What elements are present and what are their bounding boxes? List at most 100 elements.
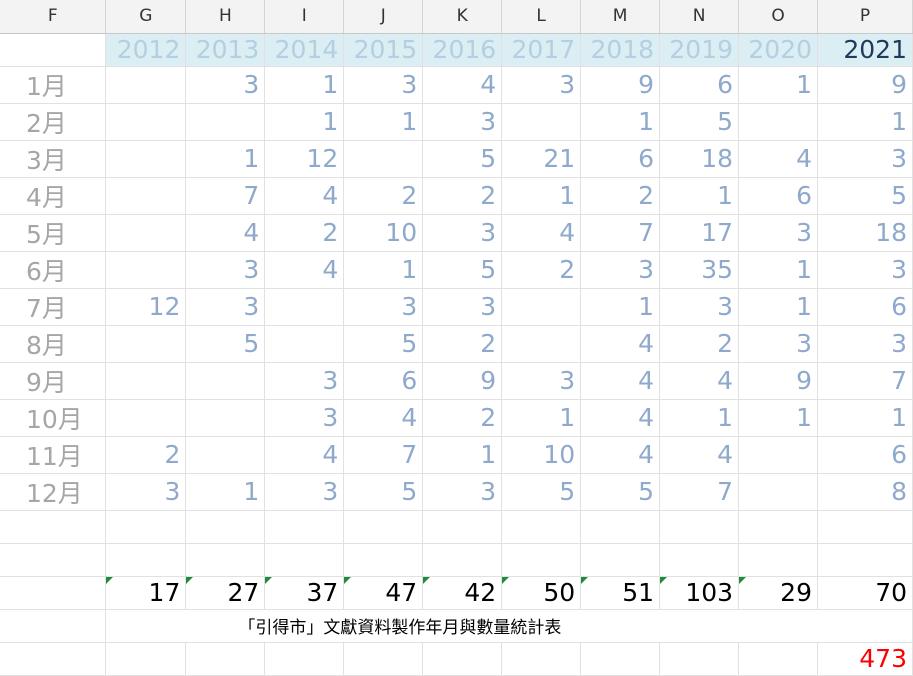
column-header-i[interactable]: I	[264, 0, 345, 34]
value-cell[interactable]: 5	[659, 103, 740, 141]
value-cell[interactable]: 1	[738, 66, 818, 104]
empty-cell[interactable]	[185, 642, 266, 676]
cell-blank[interactable]	[0, 33, 107, 67]
value-cell[interactable]	[105, 251, 187, 289]
value-cell[interactable]: 3	[185, 251, 266, 289]
value-cell[interactable]: 18	[659, 140, 740, 178]
value-cell[interactable]: 3	[501, 66, 582, 104]
value-cell[interactable]: 1	[817, 399, 913, 437]
empty-cell[interactable]	[422, 543, 503, 577]
value-cell[interactable]: 10	[501, 436, 582, 474]
value-cell[interactable]: 1	[264, 66, 345, 104]
value-cell[interactable]: 1	[343, 251, 424, 289]
value-cell[interactable]: 18	[817, 214, 913, 252]
empty-cell[interactable]	[659, 510, 740, 544]
value-cell[interactable]: 3	[580, 251, 661, 289]
caption-cell[interactable]: 「引得市」文獻資料製作年月與數量統計表	[105, 609, 913, 643]
grand-total-cell[interactable]: 473	[817, 642, 913, 676]
value-cell[interactable]: 5	[817, 177, 913, 215]
value-cell[interactable]: 5	[343, 473, 424, 511]
value-cell[interactable]: 9	[738, 362, 818, 400]
value-cell[interactable]	[264, 325, 345, 363]
value-cell[interactable]: 4	[738, 140, 818, 178]
value-cell[interactable]: 4	[580, 399, 661, 437]
value-cell[interactable]: 3	[185, 288, 266, 326]
year-cell[interactable]: 2013	[185, 33, 266, 67]
value-cell[interactable]: 3	[422, 288, 503, 326]
value-cell[interactable]	[105, 140, 187, 178]
total-cell[interactable]: 27	[185, 576, 266, 610]
empty-cell[interactable]	[422, 510, 503, 544]
value-cell[interactable]: 12	[105, 288, 187, 326]
value-cell[interactable]: 6	[738, 177, 818, 215]
column-header-h[interactable]: H	[185, 0, 266, 34]
year-cell[interactable]: 2017	[501, 33, 582, 67]
value-cell[interactable]: 6	[659, 66, 740, 104]
value-cell[interactable]	[738, 103, 818, 141]
column-header-m[interactable]: M	[580, 0, 661, 34]
value-cell[interactable]	[343, 140, 424, 178]
value-cell[interactable]: 9	[580, 66, 661, 104]
value-cell[interactable]: 5	[501, 473, 582, 511]
empty-cell[interactable]	[817, 510, 913, 544]
year-cell[interactable]: 2015	[343, 33, 424, 67]
year-cell[interactable]: 2021	[817, 33, 913, 67]
value-cell[interactable]: 9	[817, 66, 913, 104]
empty-cell[interactable]	[343, 510, 424, 544]
value-cell[interactable]: 4	[659, 362, 740, 400]
month-label-cell[interactable]: 6月	[0, 251, 107, 289]
value-cell[interactable]: 3	[264, 362, 345, 400]
empty-cell[interactable]	[580, 510, 661, 544]
empty-cell[interactable]	[343, 543, 424, 577]
value-cell[interactable]: 6	[343, 362, 424, 400]
value-cell[interactable]	[501, 288, 582, 326]
value-cell[interactable]: 5	[343, 325, 424, 363]
month-label-cell[interactable]: 11月	[0, 436, 107, 474]
value-cell[interactable]: 1	[343, 103, 424, 141]
value-cell[interactable]: 6	[817, 436, 913, 474]
value-cell[interactable]: 3	[343, 66, 424, 104]
value-cell[interactable]: 7	[817, 362, 913, 400]
value-cell[interactable]	[185, 436, 266, 474]
value-cell[interactable]: 1	[264, 103, 345, 141]
value-cell[interactable]	[105, 399, 187, 437]
empty-cell[interactable]	[501, 543, 582, 577]
empty-cell[interactable]	[659, 642, 740, 676]
value-cell[interactable]	[738, 473, 818, 511]
value-cell[interactable]: 4	[580, 362, 661, 400]
value-cell[interactable]: 3	[817, 140, 913, 178]
empty-cell[interactable]	[264, 642, 345, 676]
total-cell[interactable]: 50	[501, 576, 582, 610]
month-label-cell[interactable]: 10月	[0, 399, 107, 437]
year-cell[interactable]: 2020	[738, 33, 818, 67]
value-cell[interactable]: 2	[105, 436, 187, 474]
value-cell[interactable]: 2	[264, 214, 345, 252]
value-cell[interactable]: 5	[185, 325, 266, 363]
empty-cell[interactable]	[580, 642, 661, 676]
month-label-cell[interactable]: 2月	[0, 103, 107, 141]
year-cell[interactable]: 2019	[659, 33, 740, 67]
empty-cell[interactable]	[0, 576, 107, 610]
value-cell[interactable]: 2	[580, 177, 661, 215]
total-cell[interactable]: 42	[422, 576, 503, 610]
value-cell[interactable]	[501, 103, 582, 141]
column-header-p[interactable]: P	[817, 0, 913, 34]
value-cell[interactable]: 17	[659, 214, 740, 252]
value-cell[interactable]: 1	[501, 399, 582, 437]
column-header-g[interactable]: G	[105, 0, 187, 34]
value-cell[interactable]: 1	[185, 473, 266, 511]
value-cell[interactable]: 1	[580, 288, 661, 326]
value-cell[interactable]	[105, 325, 187, 363]
empty-cell[interactable]	[580, 543, 661, 577]
value-cell[interactable]: 1	[580, 103, 661, 141]
column-header-l[interactable]: L	[501, 0, 582, 34]
empty-cell[interactable]	[185, 543, 266, 577]
month-label-cell[interactable]: 1月	[0, 66, 107, 104]
value-cell[interactable]: 4	[264, 251, 345, 289]
month-label-cell[interactable]: 12月	[0, 473, 107, 511]
value-cell[interactable]: 2	[501, 251, 582, 289]
value-cell[interactable]: 2	[659, 325, 740, 363]
value-cell[interactable]: 3	[422, 473, 503, 511]
value-cell[interactable]: 3	[817, 251, 913, 289]
value-cell[interactable]: 21	[501, 140, 582, 178]
